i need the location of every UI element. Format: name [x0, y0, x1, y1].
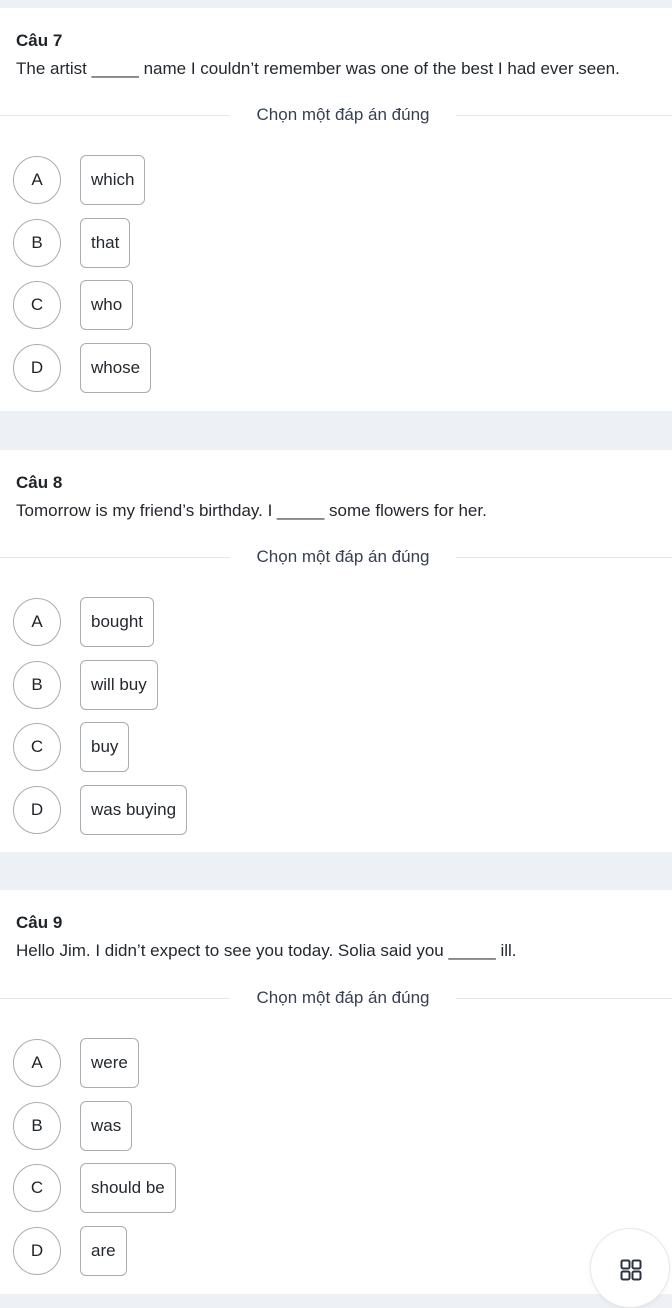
divider-line: [456, 557, 672, 558]
option-c[interactable]: C buy: [13, 722, 130, 772]
question-title: Câu 7: [16, 31, 63, 50]
option-letter[interactable]: D: [13, 1227, 61, 1275]
option-letter[interactable]: B: [13, 1102, 61, 1150]
option-b[interactable]: B will buy: [13, 660, 158, 710]
option-letter[interactable]: C: [13, 1164, 61, 1212]
divider-label: Chọn một đáp án đúng: [256, 105, 430, 124]
option-b[interactable]: B that: [13, 218, 131, 268]
answer-divider: Chọn một đáp án đúng: [0, 988, 672, 1007]
option-text[interactable]: who: [80, 280, 134, 330]
question-text: Tomorrow is my friend’s birthday. I ____…: [16, 501, 487, 520]
divider-label: Chọn một đáp án đúng: [256, 547, 430, 566]
question-card-8: Câu 8 Tomorrow is my friend’s birthday. …: [0, 450, 672, 852]
question-card-9: Câu 9 Hello Jim. I didn’t expect to see …: [0, 890, 672, 1294]
question-card-7: Câu 7 The artist _____ name I couldn’t r…: [0, 8, 672, 411]
divider-line: [0, 557, 230, 558]
option-text[interactable]: was buying: [80, 785, 188, 835]
option-letter[interactable]: D: [13, 786, 61, 834]
option-letter[interactable]: A: [13, 1039, 61, 1087]
divider-line: [456, 115, 672, 116]
option-text[interactable]: were: [80, 1038, 139, 1088]
option-text[interactable]: bought: [80, 597, 154, 647]
option-c[interactable]: C who: [13, 280, 134, 330]
question-navigator-button[interactable]: [590, 1228, 670, 1308]
question-text: Hello Jim. I didn’t expect to see you to…: [16, 941, 517, 960]
answer-divider: Chọn một đáp án đúng: [0, 547, 672, 566]
option-text[interactable]: will buy: [80, 660, 158, 710]
option-a[interactable]: A were: [13, 1038, 139, 1088]
option-letter[interactable]: B: [13, 661, 61, 709]
option-letter[interactable]: C: [13, 281, 61, 329]
option-letter[interactable]: A: [13, 598, 61, 646]
answer-divider: Chọn một đáp án đúng: [0, 105, 672, 124]
option-a[interactable]: A bought: [13, 597, 154, 647]
option-text[interactable]: that: [80, 218, 131, 268]
divider-label: Chọn một đáp án đúng: [256, 988, 430, 1007]
divider-line: [0, 115, 230, 116]
option-c[interactable]: C should be: [13, 1163, 176, 1213]
option-a[interactable]: A which: [13, 155, 146, 205]
option-text[interactable]: buy: [80, 722, 130, 772]
question-title: Câu 9: [16, 913, 63, 932]
option-text[interactable]: which: [80, 155, 146, 205]
divider-line: [456, 998, 672, 999]
option-text[interactable]: whose: [80, 343, 152, 393]
option-b[interactable]: B was: [13, 1101, 133, 1151]
option-d[interactable]: D whose: [13, 343, 152, 393]
question-title: Câu 8: [16, 473, 63, 492]
option-letter[interactable]: A: [13, 156, 61, 204]
option-text[interactable]: should be: [80, 1163, 176, 1213]
divider-line: [0, 998, 230, 999]
option-text[interactable]: was: [80, 1101, 133, 1151]
option-letter[interactable]: B: [13, 219, 61, 267]
option-d[interactable]: D was buying: [13, 785, 188, 835]
option-letter[interactable]: D: [13, 344, 61, 392]
option-letter[interactable]: C: [13, 723, 61, 771]
question-text: The artist _____ name I couldn’t remembe…: [16, 59, 620, 78]
option-d[interactable]: D are: [13, 1226, 127, 1276]
option-text[interactable]: are: [80, 1226, 127, 1276]
grid-icon: [620, 1259, 642, 1281]
